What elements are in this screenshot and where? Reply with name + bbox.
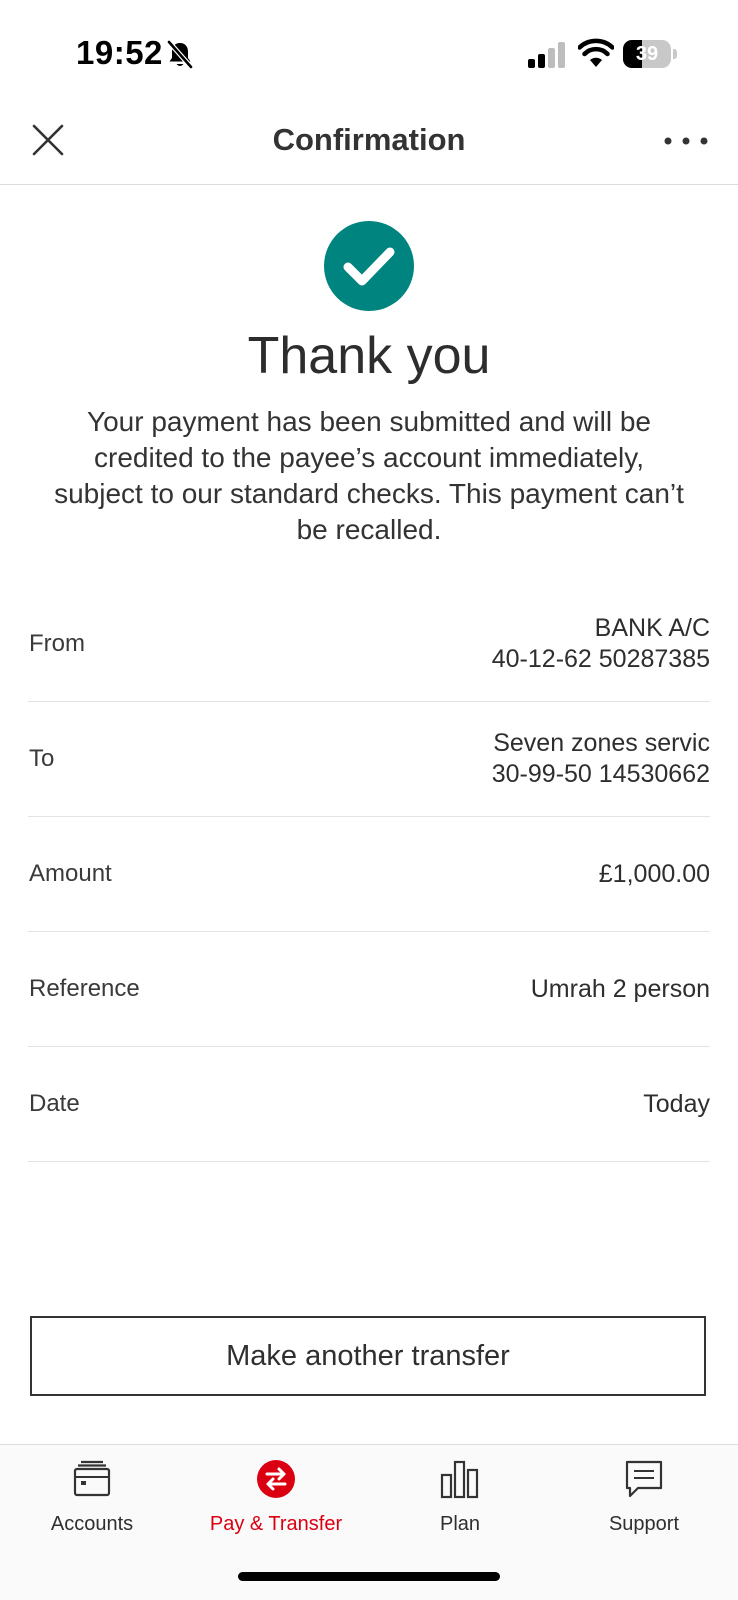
signal-icon — [528, 42, 565, 68]
page-title: Confirmation — [272, 122, 466, 157]
detail-row-reference: Reference Umrah 2 person — [28, 932, 710, 1047]
to-payee-name: Seven zones servic — [493, 729, 710, 757]
to-value: Seven zones servic 30-99-50 14530662 — [492, 702, 710, 816]
battery-icon: 39 — [623, 40, 677, 68]
tab-pay-transfer[interactable]: Pay & Transfer — [184, 1459, 368, 1549]
tab-label-pay-transfer: Pay & Transfer — [209, 1513, 343, 1535]
from-account-number: 40-12-62 50287385 — [491, 645, 710, 673]
from-value: BANK A/C 40-12-62 50287385 — [492, 587, 710, 701]
tab-label-accounts: Accounts — [50, 1513, 134, 1535]
status-time: 19:52 — [76, 34, 163, 71]
detail-row-amount: Amount £1,000.00 — [28, 817, 710, 932]
tab-support[interactable]: Support — [552, 1459, 736, 1549]
from-account-name: BANK A/C — [594, 614, 710, 642]
amount-value: £1,000.00 — [598, 859, 710, 888]
detail-row-to: To Seven zones servic 30-99-50 14530662 — [28, 702, 710, 817]
chat-icon — [625, 1460, 663, 1498]
reference-label: Reference — [29, 975, 140, 1002]
payment-details: From BANK A/C 40-12-62 50287385 To Seven… — [28, 587, 710, 1162]
tab-label-plan: Plan — [439, 1513, 481, 1535]
header: Confirmation — [0, 100, 738, 185]
amount-label: Amount — [29, 860, 112, 887]
reference-value: Umrah 2 person — [530, 974, 710, 1003]
tab-accounts[interactable]: Accounts — [0, 1459, 184, 1549]
make-another-transfer-button[interactable]: Make another transfer — [30, 1316, 706, 1396]
to-account-number: 30-99-50 14530662 — [491, 760, 710, 788]
date-value: Today — [643, 1089, 710, 1118]
bar-chart-icon — [440, 1460, 479, 1499]
confirmation-screen: 19:52 39 Confirmation Thank you Your pay… — [0, 0, 738, 1600]
home-indicator — [238, 1572, 500, 1581]
tab-label-support: Support — [608, 1513, 680, 1535]
bell-slash-icon — [167, 40, 193, 69]
detail-row-from: From BANK A/C 40-12-62 50287385 — [28, 587, 710, 702]
to-label: To — [29, 745, 55, 772]
status-bar: 19:52 39 — [0, 0, 738, 100]
wallet-icon — [73, 1460, 111, 1497]
confirmation-message: Your payment has been submitted and will… — [54, 406, 684, 545]
wifi-icon — [578, 38, 614, 67]
battery-level: 39 — [635, 43, 659, 65]
from-label: From — [29, 630, 85, 657]
date-label: Date — [29, 1090, 80, 1117]
transfer-icon — [257, 1460, 295, 1498]
more-options-icon[interactable] — [662, 126, 710, 156]
tab-plan[interactable]: Plan — [368, 1459, 552, 1549]
detail-row-date: Date Today — [28, 1047, 710, 1162]
check-circle-icon — [324, 221, 414, 311]
thank-you-heading: Thank you — [247, 327, 491, 385]
